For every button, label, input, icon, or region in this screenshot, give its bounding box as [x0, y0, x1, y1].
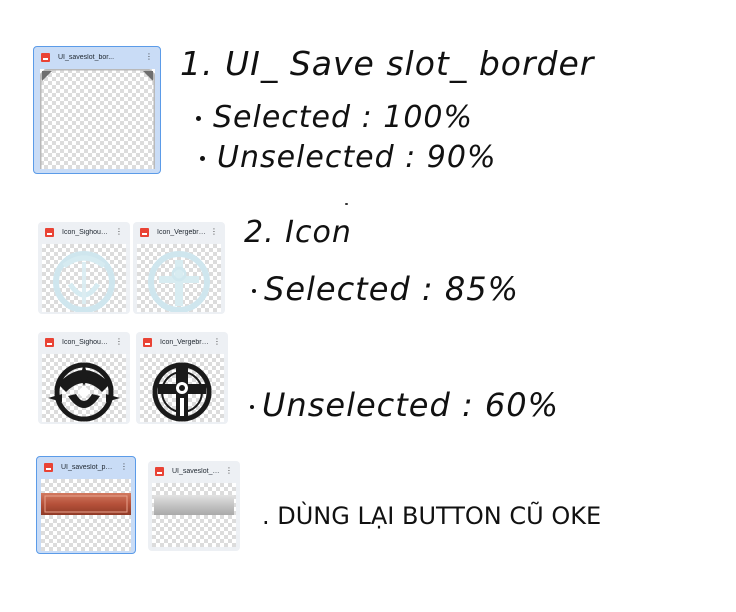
file-thumbnail	[41, 479, 131, 551]
note-section1-unselected: Unselected : 90%	[217, 140, 497, 175]
file-thumbnail	[40, 69, 155, 169]
file-image-icon	[155, 466, 164, 476]
sighound-emblem-icon	[53, 251, 115, 312]
note-section2-unselected-line: Unselected : 60%	[250, 386, 559, 424]
bullet	[250, 405, 254, 409]
note-section1-unselected-line: Unselected : 90%	[200, 140, 496, 175]
file-card-icon-vergebrand-unselected[interactable]: Icon_Vergebran... ⋮	[136, 332, 228, 424]
file-thumbnail	[152, 483, 236, 547]
note-section2-selected: Selected : 85%	[264, 270, 519, 308]
more-vert-icon[interactable]: ⋮	[225, 467, 233, 475]
file-image-icon	[140, 227, 149, 237]
file-thumbnail	[42, 354, 126, 422]
note-section1-title: 1. UI_ Save slot_ border	[180, 44, 595, 83]
bullet	[200, 156, 205, 161]
file-image-icon	[45, 227, 54, 237]
file-card-icon-vergebrand-selected[interactable]: Icon_Vergebran... ⋮	[133, 222, 225, 314]
file-thumbnail	[42, 244, 126, 312]
note-section2-title: 2. Icon	[244, 215, 352, 250]
button-gray-preview	[154, 495, 234, 515]
note-section2-unselected: Unselected : 60%	[262, 386, 560, 424]
file-thumbnail	[140, 354, 224, 422]
stray-mark	[345, 203, 348, 205]
file-card-save-slot-border[interactable]: UI_saveslot_bor... ⋮	[33, 46, 161, 174]
note-section3: . DÙNG LẠI BUTTON CŨ OKE	[262, 502, 602, 530]
canvas: UI_saveslot_bor... ⋮ 1. UI_ Save slot_ b…	[0, 0, 736, 612]
file-image-icon	[41, 52, 50, 62]
file-card-icon-sighound-selected[interactable]: Icon_Sighound... ⋮	[38, 222, 130, 314]
file-image-icon	[45, 337, 54, 347]
card-header: Icon_Vergebran... ⋮	[133, 222, 225, 242]
file-card-button-unselected[interactable]: UI_saveslot_pop... ⋮	[148, 461, 240, 551]
file-card-icon-sighound-unselected[interactable]: Icon_Sighound... ⋮	[38, 332, 130, 424]
save-slot-border-preview	[40, 69, 155, 169]
file-name: Icon_Vergebran...	[160, 338, 209, 346]
sighound-emblem-icon	[48, 362, 120, 422]
more-vert-icon[interactable]: ⋮	[120, 463, 128, 471]
file-image-icon	[44, 462, 53, 472]
card-header: UI_saveslot_pop... ⋮	[37, 457, 135, 477]
file-name: Icon_Vergebran...	[157, 228, 206, 236]
button-red-preview	[41, 493, 131, 515]
bullet	[196, 116, 201, 121]
vergebrand-emblem-icon	[148, 251, 210, 312]
card-header: Icon_Sighound... ⋮	[38, 222, 130, 242]
more-vert-icon[interactable]: ⋮	[115, 228, 123, 236]
vergebrand-emblem-icon	[152, 362, 212, 422]
file-name: Icon_Sighound...	[62, 228, 111, 236]
note-section2-selected-line: Selected : 85%	[252, 270, 519, 308]
card-header: UI_saveslot_pop... ⋮	[148, 461, 240, 481]
card-header: Icon_Vergebran... ⋮	[136, 332, 228, 352]
file-thumbnail	[137, 244, 221, 312]
more-vert-icon[interactable]: ⋮	[210, 228, 218, 236]
more-vert-icon[interactable]: ⋮	[213, 338, 221, 346]
file-name: Icon_Sighound...	[62, 338, 111, 346]
bullet	[252, 289, 256, 293]
note-section1-selected: Selected : 100%	[213, 100, 473, 135]
note-section1-selected-line: Selected : 100%	[196, 100, 473, 135]
file-image-icon	[143, 337, 152, 347]
more-vert-icon[interactable]: ⋮	[145, 53, 153, 61]
card-header: UI_saveslot_bor... ⋮	[34, 47, 160, 67]
file-name: UI_saveslot_pop...	[61, 463, 116, 471]
more-vert-icon[interactable]: ⋮	[115, 338, 123, 346]
card-header: Icon_Sighound... ⋮	[38, 332, 130, 352]
file-card-button-selected[interactable]: UI_saveslot_pop... ⋮	[36, 456, 136, 554]
file-name: UI_saveslot_pop...	[172, 467, 221, 475]
file-name: UI_saveslot_bor...	[58, 53, 115, 61]
